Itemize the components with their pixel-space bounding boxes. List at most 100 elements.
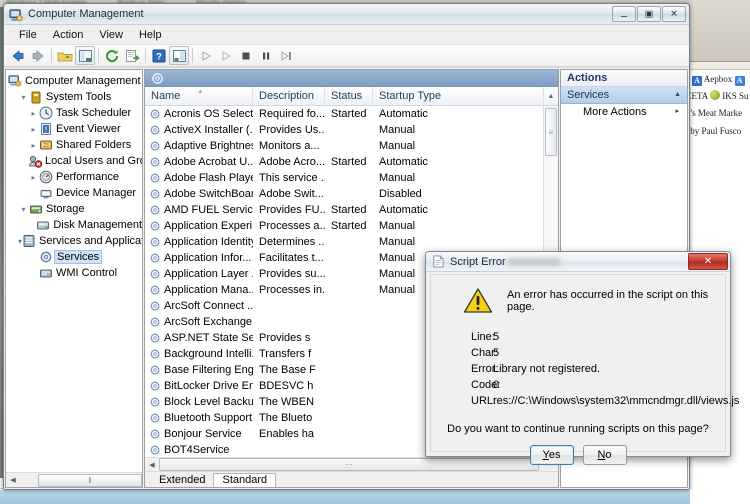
window-controls[interactable]: – ▣ ✕ [612, 6, 686, 22]
expander-closed-icon[interactable]: ▸ [28, 173, 39, 182]
tree-item-wmi-control[interactable]: WMI Control [6, 265, 142, 281]
actions-group-services[interactable]: Services ▲ [561, 87, 687, 104]
list-scroll-thumb[interactable]: ≡ [545, 108, 557, 156]
console-tree-pane[interactable]: Computer Management (Local ▾ System Tools… [5, 69, 143, 488]
up-folder-icon[interactable] [55, 46, 75, 65]
tree-item-local-users-and-groups[interactable]: Local Users and Groups [6, 153, 142, 169]
tree-horizontal-scrollbar[interactable]: ◀ ‖ ▶ [6, 472, 142, 487]
tab-extended[interactable]: Extended [151, 474, 214, 487]
expander-closed-icon[interactable]: ▸ [28, 109, 39, 118]
background-link-row-1[interactable]: ZETA IKS Su [690, 90, 749, 101]
help-icon[interactable]: ? [149, 46, 169, 65]
column-header-startup-type[interactable]: Startup Type [373, 87, 544, 105]
tree-items[interactable]: ▾ System Tools ▸ Task Scheduler ▸ Event Viewe… [6, 89, 142, 281]
list-column-headers[interactable]: ▴ Name Description Status Startup Type ▲ [145, 87, 558, 106]
dialog-close-button[interactable]: ✕ [688, 253, 728, 270]
action-more-actions[interactable]: More Actions ▸ [561, 104, 687, 120]
background-link-row-2[interactable]: zy's Meat Marke [690, 108, 742, 118]
cell-name: Acronis OS Select... [145, 108, 253, 120]
tree-item-label: Services and Applications [39, 235, 142, 247]
table-row[interactable]: Adobe Flash Playe... This service ... Manu… [145, 170, 558, 186]
table-row[interactable]: Application Identity Determines ... Manual [145, 234, 558, 250]
list-view-tabs[interactable]: Extended Standard [145, 471, 558, 487]
tree-scroll-track[interactable]: ‖ [20, 473, 142, 487]
window-titlebar[interactable]: Computer Management – ▣ ✕ [4, 4, 689, 25]
tree-scroll-left-icon[interactable]: ◀ [6, 474, 20, 487]
menu-action[interactable]: Action [45, 27, 92, 43]
tree-root-node[interactable]: Computer Management (Local [6, 73, 142, 89]
tree-item-event-viewer[interactable]: ▸ Event Viewer [6, 121, 142, 137]
list-scroll-left-icon[interactable]: ◀ [145, 458, 159, 471]
menu-help[interactable]: Help [131, 27, 170, 43]
tree-item-services[interactable]: Services [6, 249, 142, 265]
menu-file[interactable]: File [11, 27, 45, 43]
tree-item-system-tools[interactable]: ▾ System Tools [6, 89, 142, 105]
expander-open-icon[interactable]: ▾ [18, 205, 29, 214]
column-header-description[interactable]: Description [253, 87, 325, 105]
expander-open-icon[interactable]: ▾ [18, 93, 29, 102]
start-service-icon [196, 46, 216, 65]
tree-item-device-manager[interactable]: Device Manager [6, 185, 142, 201]
table-row[interactable]: Application Experi... Processes a... Start… [145, 218, 558, 234]
tab-extended-label: Extended [159, 474, 206, 486]
tree-item-task-scheduler[interactable]: ▸ Task Scheduler [6, 105, 142, 121]
script-error-dialog[interactable]: Script Error ✕ An error has occurred in … [425, 251, 739, 465]
tree-item-disk-management[interactable]: Disk Management [6, 217, 142, 233]
menu-view[interactable]: View [91, 27, 131, 43]
tab-standard[interactable]: Standard [213, 473, 277, 487]
expander-closed-icon[interactable]: ▸ [28, 141, 39, 150]
table-row[interactable]: Adobe Acrobat U... Adobe Acro... Started Au… [145, 154, 558, 170]
cell-startup-type: Disabled [379, 188, 422, 200]
refresh-icon[interactable] [102, 46, 122, 65]
column-header-status[interactable]: Status [325, 87, 373, 105]
stop-service-icon [236, 46, 256, 65]
menu-bar[interactable]: File Action View Help [4, 25, 689, 45]
background-link-2[interactable]: zy's Meat Marke [690, 108, 742, 118]
table-row[interactable]: Adobe SwitchBoard Adobe Swit... Disabled [145, 186, 558, 202]
background-link-row-0[interactable]: A Aepbox A [692, 74, 745, 86]
table-row[interactable]: Adaptive Brightness Monitors a... Manual [145, 138, 558, 154]
chevron-right-icon: ▸ [675, 108, 679, 115]
cell-name: Application Identity [145, 236, 253, 248]
background-link-0[interactable]: Aepbox [704, 74, 733, 84]
background-link-row-3[interactable]: ts by Paul Fusco [690, 126, 741, 136]
column-scroll-up-icon[interactable]: ▲ [544, 87, 558, 105]
cell-description: The WBEN [259, 396, 315, 408]
yes-button[interactable]: Yes [529, 445, 574, 465]
maximize-button[interactable]: ▣ [637, 6, 661, 22]
column-header-name[interactable]: ▴ Name [145, 87, 253, 105]
forward-icon[interactable] [28, 46, 48, 65]
background-link-1[interactable]: IKS Su [722, 91, 748, 101]
show-hide-action-pane-icon[interactable] [169, 46, 189, 65]
cell-description: Adobe Swit... [259, 188, 324, 200]
show-hide-console-tree-icon[interactable] [75, 46, 95, 65]
expander-closed-icon[interactable]: ▸ [28, 125, 39, 134]
tree-scroll-thumb[interactable]: ‖ [38, 473, 142, 487]
export-list-icon[interactable] [122, 46, 142, 65]
table-row[interactable]: AMD FUEL Service Provides FU... Started Aut… [145, 202, 558, 218]
service-gear-icon [150, 237, 160, 247]
close-icon: ✕ [670, 8, 678, 19]
dialog-buttons[interactable]: Yes No [431, 445, 725, 465]
minimize-button[interactable]: – [612, 6, 636, 22]
table-row[interactable]: Acronis OS Select... Required fo... Starte… [145, 106, 558, 122]
background-link-3[interactable]: ts by Paul Fusco [690, 126, 741, 136]
tree-item-label: WMI Control [56, 267, 118, 279]
tree-item-performance[interactable]: ▸ Performance [6, 169, 142, 185]
cell-description: Determines ... [259, 236, 325, 248]
toolbar[interactable]: ? [4, 45, 689, 67]
no-button[interactable]: No [582, 445, 627, 465]
table-row[interactable]: ActiveX Installer (... Provides Us... Manu… [145, 122, 558, 138]
cell-startup-type: Automatic [379, 204, 428, 216]
back-icon[interactable] [8, 46, 28, 65]
tree-item-label: Device Manager [56, 187, 137, 199]
dialog-titlebar[interactable]: Script Error ✕ [426, 252, 730, 272]
tree-item-shared-folders[interactable]: ▸ 23 Shared Folders [6, 137, 142, 153]
cell-startup-type: Manual [379, 236, 416, 248]
service-name: Background Intelli... [164, 348, 253, 360]
actions-pane-header: Actions [561, 70, 687, 87]
tree-item-services-and-applications[interactable]: ▾Services and Applications [6, 233, 142, 249]
close-button[interactable]: ✕ [662, 6, 686, 22]
tree-item-storage[interactable]: ▾ Storage [6, 201, 142, 217]
chevron-up-icon[interactable]: ▲ [674, 91, 681, 98]
